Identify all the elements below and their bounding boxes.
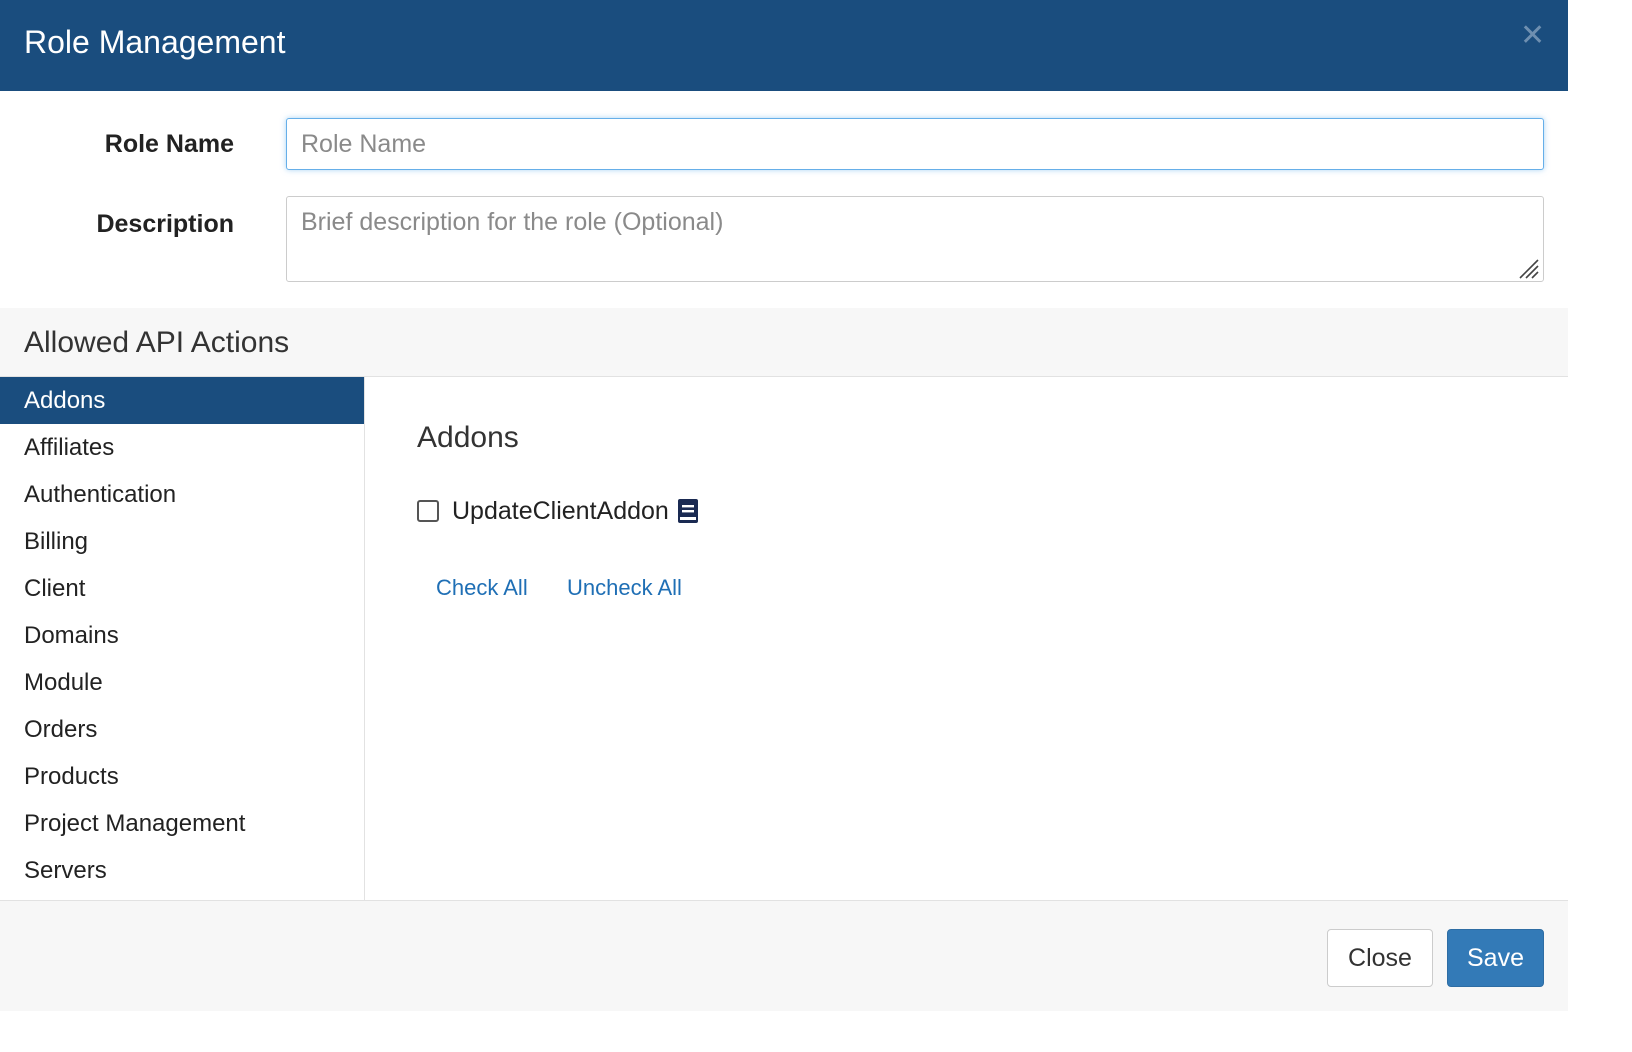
allowed-api-actions-header: Allowed API Actions: [0, 308, 1568, 377]
description-label: Description: [96, 210, 234, 238]
modal-title: Role Management: [24, 24, 286, 60]
resize-handle-icon[interactable]: [1516, 256, 1540, 280]
role-name-label: Role Name: [104, 130, 234, 158]
description-textarea[interactable]: [286, 196, 1544, 282]
action-label[interactable]: UpdateClientAddon: [452, 497, 669, 526]
close-icon[interactable]: ✕: [1520, 20, 1545, 52]
close-button[interactable]: Close: [1327, 929, 1433, 987]
modal-footer: Close Save: [0, 900, 1568, 1011]
sidebar-item-authentication[interactable]: Authentication: [0, 471, 364, 518]
uncheck-all-link[interactable]: Uncheck All: [567, 574, 682, 602]
update-client-addon-checkbox[interactable]: [417, 500, 439, 522]
sidebar-item-project-management[interactable]: Project Management: [0, 800, 364, 847]
sidebar-item-billing[interactable]: Billing: [0, 518, 364, 565]
sidebar-item-addons[interactable]: Addons: [0, 377, 364, 424]
check-all-link[interactable]: Check All: [436, 574, 528, 602]
action-row: UpdateClientAddon: [417, 494, 699, 528]
documentation-icon[interactable]: [677, 498, 699, 524]
sidebar-item-affiliates[interactable]: Affiliates: [0, 424, 364, 471]
sidebar-item-domains[interactable]: Domains: [0, 612, 364, 659]
sidebar-item-orders[interactable]: Orders: [0, 706, 364, 753]
api-category-sidebar: Addons Affiliates Authentication Billing…: [0, 377, 365, 900]
role-management-modal: Role Management ✕ Role Name Description …: [0, 0, 1568, 1011]
sidebar-item-client[interactable]: Client: [0, 565, 364, 612]
save-button[interactable]: Save: [1447, 929, 1544, 987]
sidebar-item-products[interactable]: Products: [0, 753, 364, 800]
modal-header: Role Management ✕: [0, 0, 1568, 91]
sidebar-item-module[interactable]: Module: [0, 659, 364, 706]
sidebar-item-servers[interactable]: Servers: [0, 847, 364, 894]
panel-title: Addons: [417, 421, 519, 454]
role-name-input[interactable]: [286, 118, 1544, 170]
section-title: Allowed API Actions: [24, 326, 290, 359]
api-actions-panel: Addons UpdateClientAddon Check All Unche…: [365, 377, 1568, 900]
